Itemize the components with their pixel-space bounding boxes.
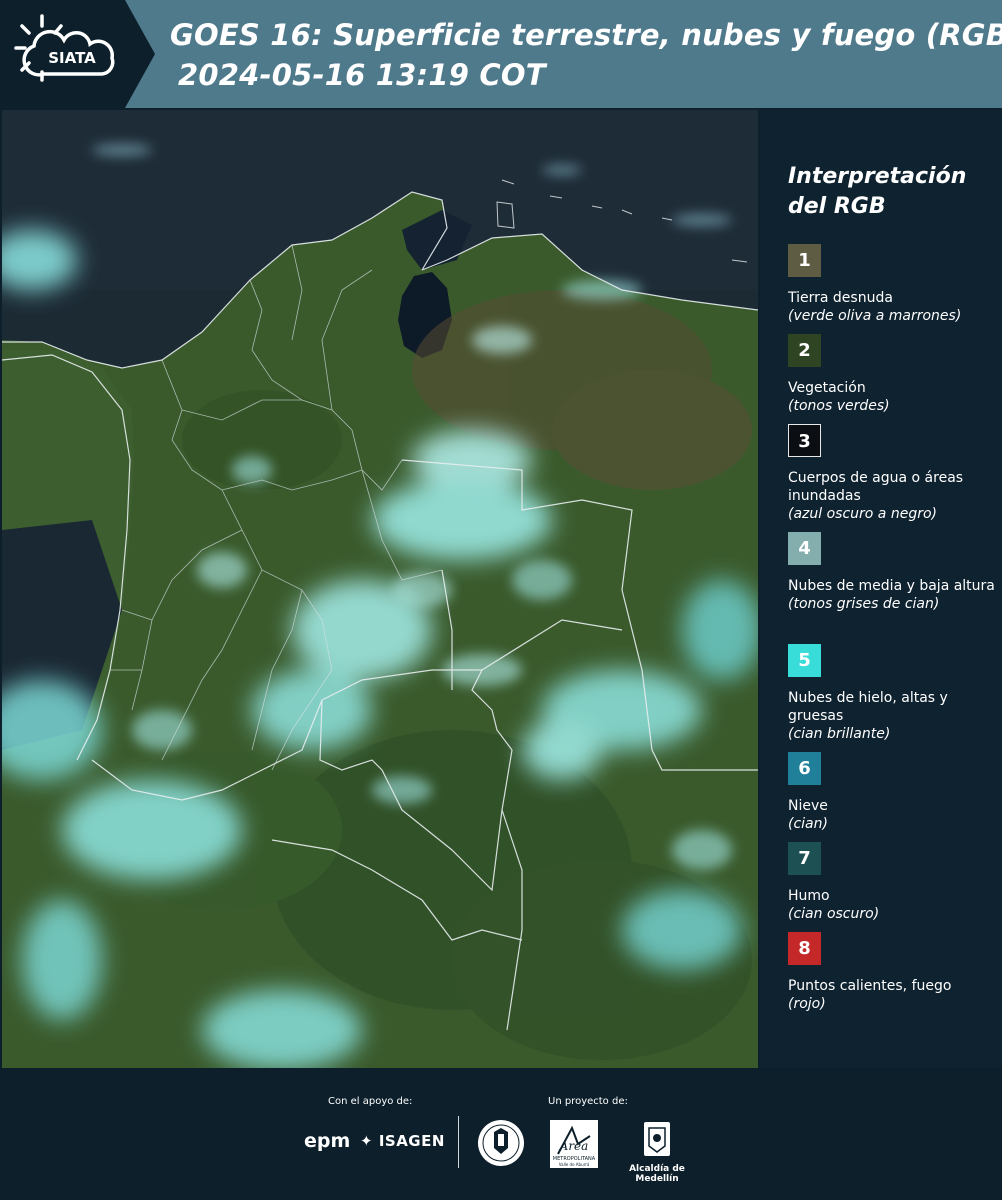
legend-item-4: 4 Nubes de media y baja altura (tonos gr…: [788, 532, 998, 613]
legend-sublabel: (tonos verdes): [788, 398, 890, 414]
area-sub2: Valle de Aburrá: [559, 1162, 590, 1167]
legend-swatch: 8: [788, 932, 821, 965]
footer: Con el apoyo de: Un proyecto de: epm ✦ I…: [0, 1068, 1002, 1200]
legend-title: Interpretación del RGB: [788, 162, 966, 222]
siata-logo: SIATA: [14, 14, 115, 82]
legend-title-line2: del RGB: [788, 194, 886, 219]
satellite-map: [2, 110, 758, 1068]
legend-sublabel: (rojo): [788, 996, 826, 1012]
legend-sublabel: (azul oscuro a negro): [788, 506, 937, 522]
legend-item-1: 1 Tierra desnuda (verde oliva a marrones…: [788, 244, 998, 325]
legend-item-2: 2 Vegetación (tonos verdes): [788, 334, 998, 415]
legend-label: Humo: [788, 888, 830, 904]
legend-item-7: 7 Humo (cian oscuro): [788, 842, 998, 923]
university-seal-icon: [478, 1120, 524, 1166]
area-metropolitana-icon: Área METROPOLITANA Valle de Aburrá: [550, 1120, 598, 1168]
legend-label: Puntos calientes, fuego: [788, 978, 952, 994]
legend-sublabel: (tonos grises de cian): [788, 596, 940, 612]
legend-label: Nieve: [788, 798, 828, 814]
legend-swatch: 2: [788, 334, 821, 367]
legend-label: Vegetación: [788, 380, 866, 396]
project-label: Un proyecto de:: [548, 1096, 628, 1107]
alcaldia-label: Alcaldía de Medellín: [629, 1164, 685, 1184]
support-label: Con el apoyo de:: [328, 1096, 413, 1107]
legend-sublabel: (cian): [788, 816, 828, 832]
legend-item-8: 8 Puntos calientes, fuego (rojo): [788, 932, 998, 1013]
legend-label: Cuerpos de agua o áreas inundadas: [788, 470, 964, 504]
legend-sublabel: (cian oscuro): [788, 906, 880, 922]
legend-swatch: 4: [788, 532, 821, 565]
isagen-icon: ✦: [360, 1132, 374, 1150]
legend-swatch: 3: [788, 424, 821, 457]
area-name: Área: [559, 1138, 589, 1153]
legend-sublabel: (cian brillante): [788, 726, 891, 742]
epm-logo: epm: [304, 1130, 351, 1152]
legend-swatch: 7: [788, 842, 821, 875]
page-datetime: 2024-05-16 13:19 COT: [178, 58, 546, 92]
alcaldia-logo: Alcaldía de Medellín: [612, 1120, 702, 1184]
legend-swatch: 5: [788, 644, 821, 677]
legend-item-3: 3 Cuerpos de agua o áreas inundadas (azu…: [788, 424, 998, 523]
area-metropolitana-logo: Área METROPOLITANA Valle de Aburrá: [550, 1120, 598, 1172]
header: SIATA GOES 16: Superficie terrestre, nub…: [0, 0, 1002, 108]
legend-panel: Interpretación del RGB 1 Tierra desnuda …: [760, 110, 1002, 1068]
legend-item-6: 6 Nieve (cian): [788, 752, 998, 833]
isagen-logo: ✦ ISAGEN: [360, 1132, 445, 1150]
legend-title-line1: Interpretación: [788, 164, 967, 189]
isagen-label: ISAGEN: [378, 1132, 445, 1150]
satellite-image: [2, 110, 758, 1068]
logo-text: SIATA: [48, 49, 96, 67]
legend-label: Tierra desnuda: [788, 290, 893, 306]
legend-label: Nubes de hielo, altas y gruesas: [788, 690, 948, 724]
legend-item-5: 5 Nubes de hielo, altas y gruesas (cian …: [788, 644, 998, 743]
legend-label: Nubes de media y baja altura: [788, 578, 995, 594]
legend-sublabel: (verde oliva a marrones): [788, 308, 962, 324]
footer-divider: [458, 1116, 459, 1168]
legend-swatch: 1: [788, 244, 821, 277]
page-title: GOES 16: Superficie terrestre, nubes y f…: [170, 18, 1002, 52]
legend-swatch: 6: [788, 752, 821, 785]
medellin-shield-icon: [644, 1122, 670, 1156]
